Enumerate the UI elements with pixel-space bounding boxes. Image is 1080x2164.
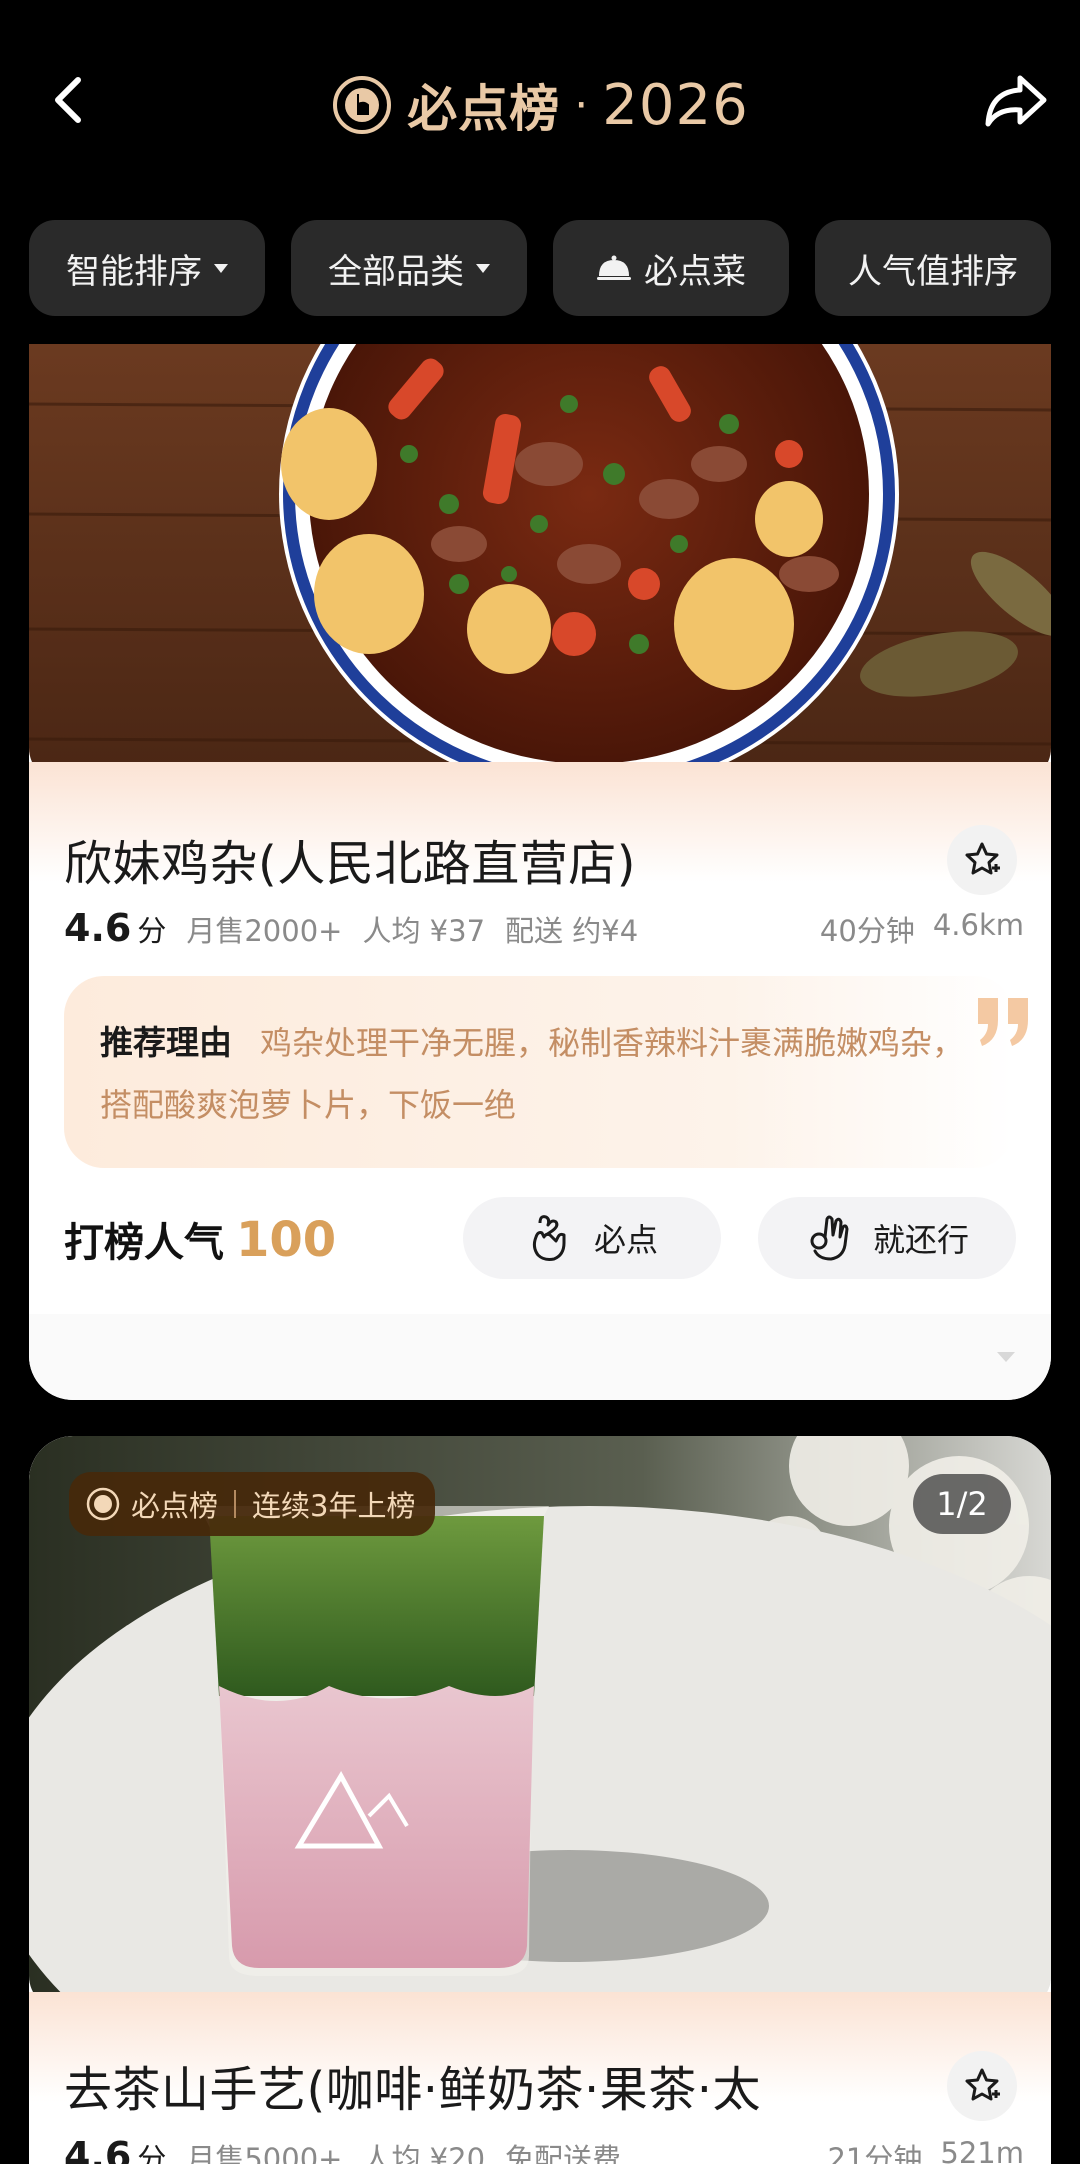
badge-brand: 必点榜 bbox=[131, 1489, 219, 1523]
badge-divider bbox=[234, 1490, 237, 1518]
recommendation-box: 推荐理由 鸡杂处理干净无腥，秘制香辣料汁裹满脆嫩鸡杂，搭配酸爽泡萝卜片，下饭一绝 bbox=[64, 976, 1014, 1168]
filter-all-categories[interactable]: 全部品类 bbox=[291, 220, 527, 316]
restaurant-card[interactable]: 必点榜 连续3年上榜 1/2 去茶山手艺(咖啡·鲜奶茶·果茶·太 4.6 分 月… bbox=[29, 1436, 1051, 2164]
restaurant-name[interactable]: 欣妹鸡杂(人民北路直营店) bbox=[64, 824, 636, 894]
share-icon bbox=[985, 75, 1047, 127]
filter-popularity-sort[interactable]: 人气值排序 bbox=[815, 220, 1051, 316]
average-price: 人均 ¥37 bbox=[362, 914, 486, 948]
filter-label: 全部品类 bbox=[328, 251, 464, 292]
badge-text: 连续3年上榜 bbox=[252, 1489, 416, 1523]
restaurant-meta: 4.6 分 月售5000+ 人均 ¥20 免配送费 21分钟 521m bbox=[64, 2134, 1024, 2164]
delivery-fee: 配送 约¥4 bbox=[505, 914, 639, 948]
recommendation-label: 推荐理由 bbox=[100, 1023, 232, 1062]
caret-down-icon bbox=[214, 263, 228, 273]
ranking-badge: 必点榜 连续3年上榜 bbox=[69, 1472, 436, 1536]
dish-photo-illustration bbox=[29, 344, 1051, 782]
vote-so-so-label: 就还行 bbox=[872, 1221, 969, 1259]
caret-down-icon bbox=[476, 263, 490, 273]
filter-smart-sort[interactable]: 智能排序 bbox=[29, 220, 265, 316]
rating-score: 4.6 bbox=[64, 2134, 132, 2164]
filter-bar: 智能排序 全部品类 必点菜 人气值排序 bbox=[0, 220, 1080, 316]
popularity-value: 100 bbox=[236, 1212, 337, 1268]
filter-label: 必点菜 bbox=[644, 251, 746, 292]
favorite-button[interactable] bbox=[947, 825, 1017, 895]
share-button[interactable] bbox=[980, 70, 1050, 130]
heart-hand-icon bbox=[532, 1215, 566, 1261]
vote-must-order-button[interactable]: 必点 bbox=[463, 1197, 721, 1279]
brand-title: 必点榜 · 2026 bbox=[0, 60, 1080, 150]
top-bar: 必点榜 · 2026 bbox=[0, 0, 1080, 210]
expand-caret-icon[interactable] bbox=[997, 1352, 1015, 1362]
page: 必点榜 · 2026 智能排序 全部品类 必点菜 人气值排序 欣妹鸡杂(人民北路… bbox=[0, 0, 1080, 2164]
brand-separator: · bbox=[574, 79, 589, 131]
delivery-fee: 免配送费 bbox=[505, 2142, 622, 2164]
dish-photo[interactable] bbox=[29, 344, 1051, 782]
restaurant-meta: 4.6 分 月售2000+ 人均 ¥37 配送 约¥4 40分钟 4.6km bbox=[64, 906, 1024, 950]
card-footer bbox=[29, 1314, 1051, 1400]
vote-so-so-button[interactable]: 就还行 bbox=[758, 1197, 1016, 1279]
brand-year: 2026 bbox=[602, 72, 749, 138]
ok-hand-icon bbox=[810, 1215, 849, 1261]
favorite-button[interactable] bbox=[947, 2051, 1017, 2121]
rating-unit: 分 bbox=[137, 2142, 167, 2164]
distance: 521m bbox=[940, 2136, 1024, 2164]
restaurant-name[interactable]: 去茶山手艺(咖啡·鲜奶茶·果茶·太 bbox=[64, 2050, 761, 2120]
dish-cover-icon bbox=[597, 255, 631, 280]
restaurant-card[interactable]: 欣妹鸡杂(人民北路直营店) 4.6 分 月售2000+ 人均 ¥37 配送 约¥… bbox=[29, 344, 1051, 1400]
brand-name: 必点榜 bbox=[407, 80, 561, 138]
monthly-sales: 月售2000+ bbox=[186, 914, 343, 948]
star-plus-icon bbox=[965, 842, 1000, 875]
photo-pager: 1/2 bbox=[913, 1474, 1011, 1534]
brand-logo-icon bbox=[333, 76, 392, 134]
delivery-time: 40分钟 bbox=[819, 914, 915, 948]
delivery-time: 21分钟 bbox=[827, 2142, 923, 2164]
filter-label: 人气值排序 bbox=[848, 251, 1018, 292]
rating-unit: 分 bbox=[137, 914, 167, 948]
delivery-info: 40分钟 4.6km bbox=[820, 908, 1024, 950]
monthly-sales: 月售5000+ bbox=[186, 2142, 343, 2164]
average-price: 人均 ¥20 bbox=[362, 2142, 486, 2164]
filter-label: 智能排序 bbox=[66, 251, 202, 292]
rating-score: 4.6 bbox=[64, 906, 132, 950]
brand-logo-icon bbox=[86, 1487, 120, 1521]
quote-mark-icon bbox=[978, 998, 1028, 1046]
vote-must-order-label: 必点 bbox=[593, 1221, 658, 1259]
popularity-label: 打榜人气 bbox=[64, 1220, 224, 1266]
distance: 4.6km bbox=[932, 908, 1024, 942]
delivery-info: 21分钟 521m bbox=[827, 2136, 1024, 2164]
popularity: 打榜人气 100 bbox=[64, 1210, 336, 1268]
filter-must-order-dishes[interactable]: 必点菜 bbox=[553, 220, 789, 316]
star-plus-icon bbox=[965, 2068, 1000, 2101]
